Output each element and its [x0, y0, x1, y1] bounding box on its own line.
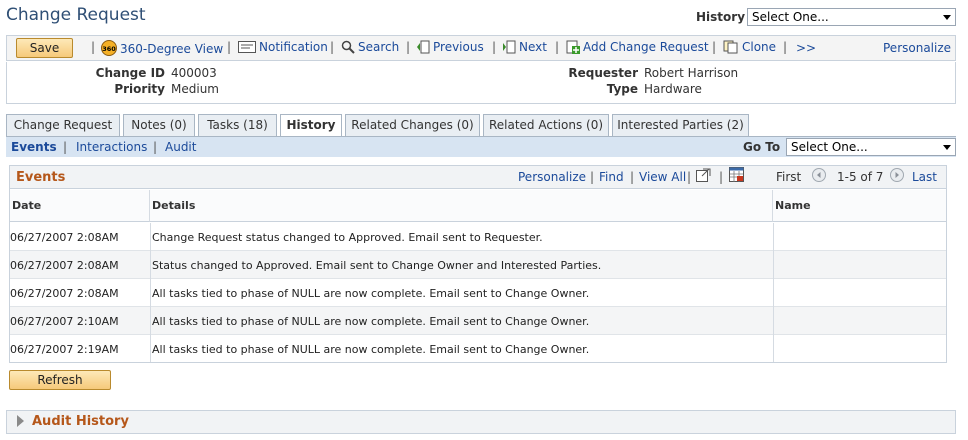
clone-link[interactable]: Clone	[723, 40, 776, 54]
grid-nav-separator: |	[687, 170, 692, 184]
subnav-separator: |	[153, 140, 158, 154]
tab-notes[interactable]: Notes (0)	[123, 114, 195, 136]
history-select-value: Select One...	[752, 10, 829, 24]
column-header-name[interactable]: Name	[773, 190, 946, 222]
clone-icon	[723, 40, 738, 54]
expand-arrow-icon[interactable]	[17, 415, 24, 427]
next-label: Next	[519, 40, 547, 54]
type-label: Type	[606, 82, 638, 96]
tab-interested-parties[interactable]: Interested Parties (2)	[612, 114, 749, 136]
save-button[interactable]: Save	[16, 38, 73, 58]
grid-personalize-link[interactable]: Personalize	[518, 170, 586, 184]
chevron-down-icon	[943, 15, 951, 20]
row-date: 06/27/2007 2:08AM	[10, 231, 119, 244]
priority-value: Medium	[171, 82, 219, 96]
history-label: History	[696, 10, 746, 24]
next-page-icon[interactable]	[890, 168, 904, 182]
add-icon	[566, 40, 580, 54]
add-change-request-label: Add Change Request	[583, 40, 709, 54]
subnav-interactions[interactable]: Interactions	[76, 140, 147, 154]
grid-nav-separator: |	[630, 170, 635, 184]
grid-page-range: 1-5 of 7	[837, 170, 884, 184]
row-date: 06/27/2007 2:19AM	[10, 343, 119, 356]
audit-history-title[interactable]: Audit History	[32, 414, 129, 429]
subnav-audit[interactable]: Audit	[165, 140, 196, 154]
360-degree-view-link[interactable]: 360 360-Degree View	[101, 40, 223, 56]
row-details: All tasks tied to phase of NULL are now …	[152, 287, 590, 300]
column-header-details[interactable]: Details	[150, 190, 773, 222]
add-change-request-link[interactable]: Add Change Request	[566, 40, 709, 54]
previous-label: Previous	[433, 40, 484, 54]
notification-icon	[238, 41, 256, 53]
download-spreadsheet-icon[interactable]	[729, 167, 744, 182]
column-divider	[773, 223, 774, 362]
change-id-value: 400003	[171, 66, 217, 80]
chevron-down-icon	[943, 145, 951, 150]
grid-nav-separator: |	[719, 170, 724, 184]
previous-link[interactable]: Previous	[416, 40, 484, 54]
grid-last-link[interactable]: Last	[912, 170, 937, 184]
zoom-grid-icon[interactable]	[696, 168, 711, 182]
tab-change-request[interactable]: Change Request	[6, 114, 120, 136]
row-date: 06/27/2007 2:08AM	[10, 287, 119, 300]
goto-select-value: Select One...	[791, 140, 868, 154]
grid-find-link[interactable]: Find	[599, 170, 624, 184]
toolbar-separator: |	[712, 40, 717, 54]
subnav-separator: |	[63, 140, 68, 154]
personalize-toolbar-link[interactable]: Personalize	[883, 41, 951, 55]
clone-label: Clone	[742, 40, 777, 54]
tab-related-changes[interactable]: Related Changes (0)	[345, 114, 480, 136]
refresh-button[interactable]: Refresh	[9, 370, 111, 390]
events-grid-header	[9, 165, 947, 189]
toolbar-separator: |	[91, 40, 96, 54]
toolbar-separator: |	[555, 40, 560, 54]
search-link[interactable]: Search	[341, 40, 399, 54]
row-details: All tasks tied to phase of NULL are now …	[152, 315, 590, 328]
priority-label: Priority	[114, 82, 165, 96]
search-icon	[341, 40, 355, 54]
grid-view-all-link[interactable]: View All	[639, 170, 686, 184]
goto-select[interactable]: Select One...	[786, 138, 956, 156]
column-divider	[150, 223, 151, 362]
row-date: 06/27/2007 2:08AM	[10, 259, 119, 272]
toolbar-separator: |	[492, 40, 497, 54]
requester-label: Requester	[568, 66, 638, 80]
audit-history-section[interactable]	[6, 410, 956, 434]
more-link[interactable]: >>	[796, 41, 816, 55]
toolbar-separator: |	[227, 40, 232, 54]
next-link[interactable]: Next	[502, 40, 547, 54]
row-date: 06/27/2007 2:10AM	[10, 315, 119, 328]
360-degree-view-label: 360-Degree View	[120, 42, 224, 56]
360-icon: 360	[101, 40, 117, 56]
change-id-label: Change ID	[95, 66, 165, 80]
events-grid-title: Events	[16, 170, 66, 185]
goto-label: Go To	[743, 140, 781, 154]
toolbar-separator: |	[330, 40, 335, 54]
grid-first-label: First	[776, 170, 802, 184]
previous-icon	[417, 40, 430, 54]
requester-link[interactable]: Robert Harrison	[644, 66, 738, 80]
previous-page-icon[interactable]	[812, 168, 826, 182]
notification-label: Notification	[259, 40, 328, 54]
svg-text:360: 360	[102, 45, 116, 53]
row-details: Change Request status changed to Approve…	[152, 231, 543, 244]
subnav-events[interactable]: Events	[11, 140, 57, 154]
toolbar-separator: |	[783, 40, 788, 54]
next-icon	[503, 40, 516, 54]
grid-nav-separator: |	[590, 170, 595, 184]
notification-link[interactable]: Notification	[238, 40, 328, 54]
column-header-date[interactable]: Date	[10, 190, 150, 222]
toolbar-separator: |	[406, 40, 411, 54]
tab-related-actions[interactable]: Related Actions (0)	[483, 114, 609, 136]
page-title: Change Request	[6, 5, 146, 25]
tab-tasks[interactable]: Tasks (18)	[198, 114, 277, 136]
row-details: Status changed to Approved. Email sent t…	[152, 259, 602, 272]
history-select[interactable]: Select One...	[747, 8, 956, 26]
type-value: Hardware	[644, 82, 702, 96]
row-details: All tasks tied to phase of NULL are now …	[152, 343, 590, 356]
tab-history[interactable]: History	[280, 114, 342, 137]
search-label: Search	[358, 40, 400, 54]
